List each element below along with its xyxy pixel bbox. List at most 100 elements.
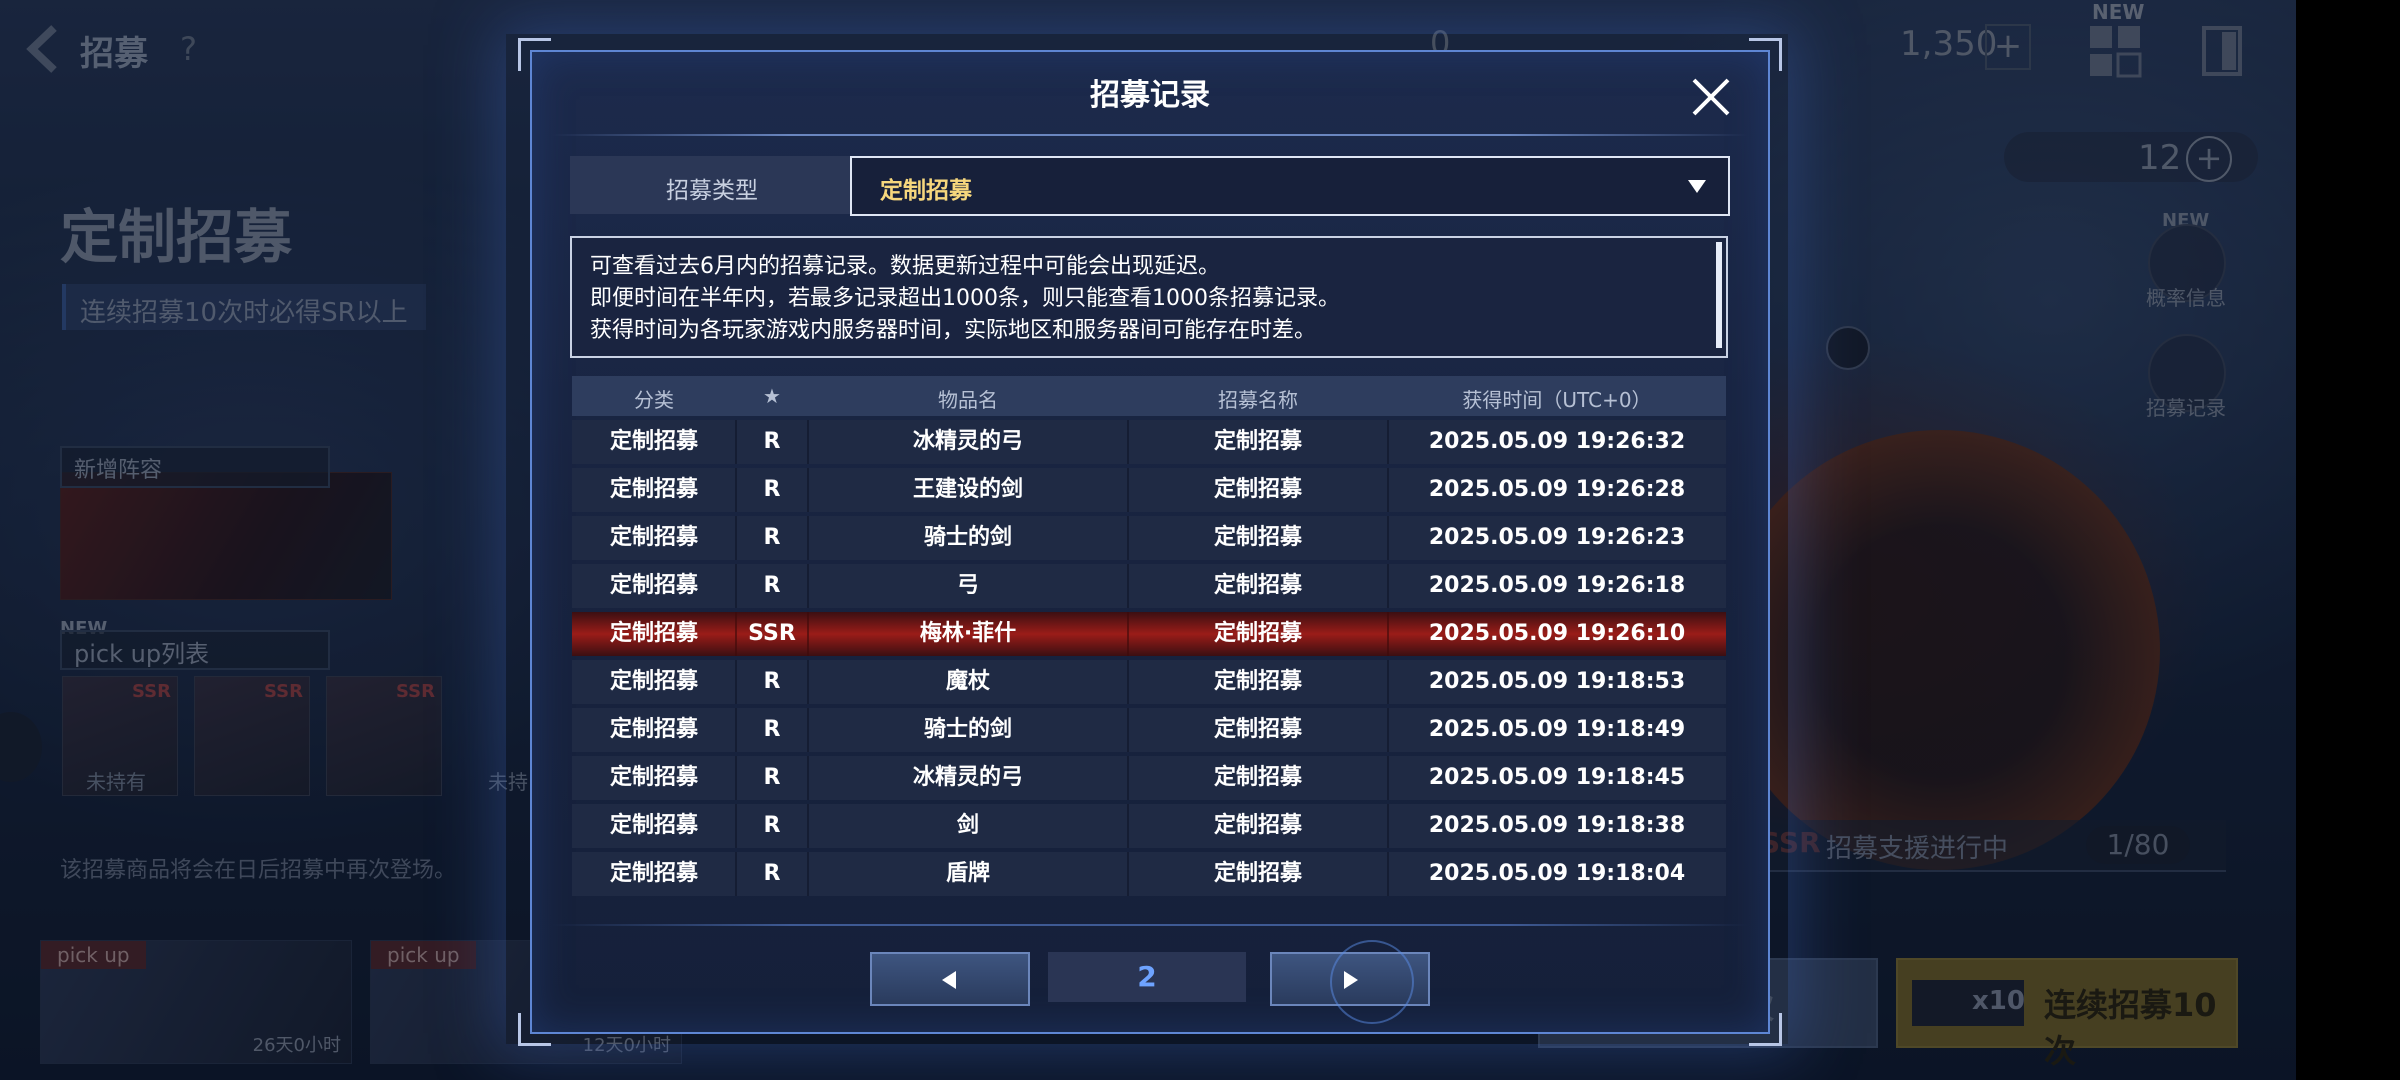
cell-category: 定制招募	[609, 813, 698, 838]
header-category: 分类	[634, 388, 674, 412]
column-divider	[807, 468, 809, 512]
header-recruit-name: 招募名称	[1218, 388, 1298, 412]
notice-box[interactable]: 可查看过去6月内的招募记录。数据更新过程中可能会出现延迟。 即便时间在半年内，若…	[570, 236, 1728, 358]
cell-category: 定制招募	[609, 765, 698, 790]
column-divider	[1387, 804, 1389, 848]
column-divider	[735, 660, 737, 704]
column-divider	[1387, 708, 1389, 752]
cell-item-name: 冰精灵的弓	[912, 765, 1023, 790]
notice-line: 可查看过去6月内的招募记录。数据更新过程中可能会出现延迟。	[590, 254, 1220, 279]
column-divider	[735, 516, 737, 560]
column-divider	[1387, 660, 1389, 704]
table-row: 定制招募 R 魔杖 定制招募 2025.05.09 19:18:53	[572, 660, 1726, 704]
table-row: 定制招募 R 冰精灵的弓 定制招募 2025.05.09 19:26:32	[572, 420, 1726, 464]
recruit-type-label: 招募类型	[666, 178, 758, 204]
header-star-icon: ★	[763, 384, 781, 408]
column-divider	[1127, 804, 1129, 848]
cell-rarity: R	[763, 669, 781, 694]
cell-item-name: 剑	[956, 813, 979, 838]
cell-recruit-name: 定制招募	[1213, 765, 1302, 790]
notice-scrollbar[interactable]	[1716, 242, 1722, 348]
page-number: 2	[1137, 960, 1157, 993]
cell-recruit-name: 定制招募	[1213, 621, 1302, 646]
close-icon[interactable]	[1688, 74, 1734, 120]
table-row: 定制招募 R 骑士的剑 定制招募 2025.05.09 19:18:49	[572, 708, 1726, 752]
title-divider	[552, 134, 1748, 136]
table-row: 定制招募 R 骑士的剑 定制招募 2025.05.09 19:26:23	[572, 516, 1726, 560]
cell-item-name: 盾牌	[945, 861, 990, 886]
cell-rarity: R	[763, 477, 781, 502]
table-row: 定制招募 R 王建设的剑 定制招募 2025.05.09 19:26:28	[572, 468, 1726, 512]
cell-time: 2025.05.09 19:18:45	[1428, 765, 1686, 790]
cell-category: 定制招募	[609, 861, 698, 886]
cell-category: 定制招募	[609, 717, 698, 742]
bottom-divider	[552, 924, 1748, 926]
cell-recruit-name: 定制招募	[1213, 525, 1302, 550]
cell-time: 2025.05.09 19:18:38	[1428, 813, 1686, 838]
recruit-type-value: 定制招募	[880, 178, 972, 204]
cell-item-name: 王建设的剑	[912, 477, 1023, 502]
column-divider	[807, 564, 809, 608]
notice-line: 即便时间在半年内，若最多记录超出1000条，则只能查看1000条招募记录。	[590, 286, 1340, 311]
cell-time: 2025.05.09 19:26:18	[1428, 573, 1686, 598]
cell-rarity: R	[763, 861, 781, 886]
cell-rarity: R	[763, 525, 781, 550]
page-indicator: 2	[1048, 952, 1246, 1002]
prev-page-button[interactable]	[870, 952, 1030, 1006]
cell-rarity: R	[763, 717, 781, 742]
cell-item-name: 骑士的剑	[923, 717, 1012, 742]
column-divider	[807, 420, 809, 464]
column-divider	[735, 420, 737, 464]
header-time: 获得时间（UTC+0）	[1462, 388, 1652, 412]
cell-time: 2025.05.09 19:18:53	[1428, 669, 1686, 694]
table-row: 定制招募 SSR 梅林·菲什 定制招募 2025.05.09 19:26:10	[572, 612, 1726, 656]
column-divider	[1127, 612, 1129, 656]
table-row: 定制招募 R 盾牌 定制招募 2025.05.09 19:18:04	[572, 852, 1726, 896]
column-divider	[807, 660, 809, 704]
triangle-left-icon	[942, 971, 956, 989]
column-divider	[735, 804, 737, 848]
cell-category: 定制招募	[609, 525, 698, 550]
cell-time: 2025.05.09 19:26:32	[1428, 429, 1686, 454]
modal-corner	[1749, 1013, 1782, 1046]
modal-corner	[1749, 38, 1782, 71]
column-divider	[1127, 708, 1129, 752]
column-divider	[735, 564, 737, 608]
cell-time: 2025.05.09 19:26:28	[1428, 477, 1686, 502]
cell-recruit-name: 定制招募	[1213, 429, 1302, 454]
cell-item-name: 魔杖	[945, 669, 990, 694]
column-divider	[1387, 516, 1389, 560]
cell-rarity: R	[763, 429, 781, 454]
column-divider	[735, 612, 737, 656]
cell-category: 定制招募	[609, 429, 698, 454]
table-row: 定制招募 R 冰精灵的弓 定制招募 2025.05.09 19:18:45	[572, 756, 1726, 800]
column-divider	[807, 852, 809, 896]
column-divider	[807, 516, 809, 560]
column-divider	[1387, 420, 1389, 464]
header-item-name: 物品名	[938, 388, 998, 412]
recruit-log-modal: 招募记录 招募类型 定制招募 可查看过去6月内的招募记录。数据更新过程中可能会出…	[518, 38, 1782, 1046]
column-divider	[1387, 756, 1389, 800]
column-divider	[1127, 660, 1129, 704]
column-divider	[807, 612, 809, 656]
cell-rarity: R	[763, 813, 781, 838]
column-divider	[807, 708, 809, 752]
column-divider	[1387, 564, 1389, 608]
column-divider	[735, 708, 737, 752]
modal-corner	[518, 38, 551, 71]
column-divider	[807, 804, 809, 848]
recruit-type-dropdown[interactable]: 定制招募	[850, 156, 1730, 216]
cell-rarity: R	[763, 573, 781, 598]
cell-category: 定制招募	[609, 477, 698, 502]
table-row: 定制招募 R 剑 定制招募 2025.05.09 19:18:38	[572, 804, 1726, 848]
notice-line: 获得时间为各玩家游戏内服务器时间，实际地区和服务器间可能存在时差。	[590, 318, 1317, 343]
cell-item-name: 冰精灵的弓	[912, 429, 1023, 454]
tap-hint-ring	[1330, 940, 1414, 1024]
cell-category: 定制招募	[609, 621, 698, 646]
column-divider	[1127, 468, 1129, 512]
cell-rarity: R	[763, 765, 781, 790]
cell-time: 2025.05.09 19:18:49	[1428, 717, 1686, 742]
cell-time: 2025.05.09 19:26:23	[1428, 525, 1686, 550]
caret-down-icon	[1688, 180, 1706, 193]
cell-category: 定制招募	[609, 573, 698, 598]
